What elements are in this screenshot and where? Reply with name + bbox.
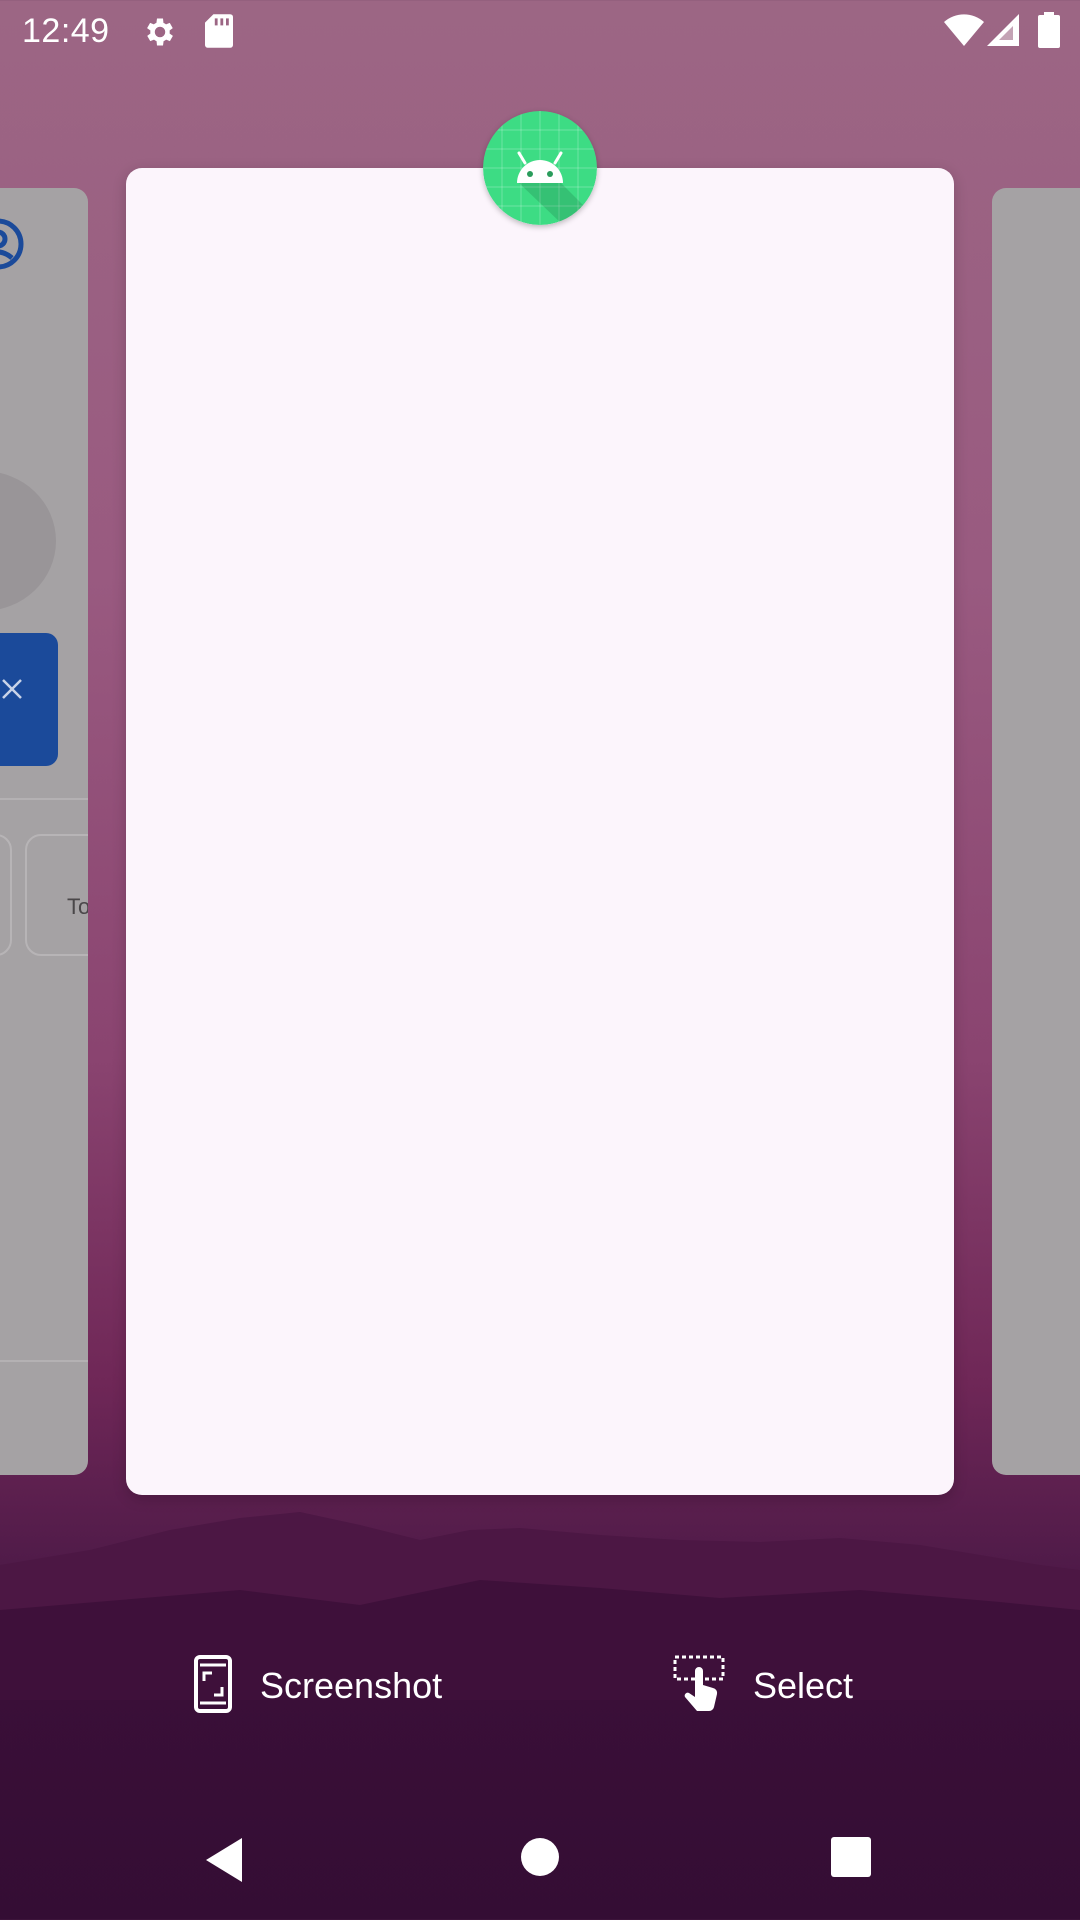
screenshot-button[interactable]: Screenshot — [194, 1652, 442, 1720]
gear-icon — [142, 14, 178, 55]
screenshot-label: Screenshot — [260, 1665, 443, 1706]
battery-icon — [1038, 12, 1060, 53]
home-icon — [510, 1838, 570, 1894]
back-icon — [198, 1838, 258, 1894]
close-icon — [0, 677, 24, 706]
status-time: 12:49 — [22, 12, 110, 50]
divider-bottom — [0, 1360, 88, 1362]
select-touch-icon — [673, 1655, 727, 1718]
sd-card-icon — [205, 14, 233, 53]
back-button[interactable] — [198, 1830, 258, 1890]
android-app-icon[interactable] — [483, 111, 597, 225]
recent-app-card-previous[interactable]: To — [0, 188, 88, 1475]
wifi-icon — [944, 14, 984, 51]
signal-icon — [987, 14, 1019, 51]
home-button[interactable] — [510, 1830, 570, 1890]
chip-outline — [0, 834, 12, 956]
dismiss-chip — [0, 633, 58, 766]
account-circle-icon — [0, 216, 26, 277]
wallpaper-mountains — [0, 1512, 1080, 1700]
select-label: Select — [753, 1665, 854, 1706]
recent-app-card-current[interactable] — [126, 168, 954, 1495]
recents-icon — [822, 1837, 882, 1894]
recent-app-card-next[interactable] — [992, 188, 1080, 1475]
avatar-placeholder — [0, 471, 56, 611]
screenshot-icon — [194, 1654, 232, 1718]
select-button[interactable]: Select — [673, 1652, 853, 1720]
status-bar: 12:49 — [0, 0, 1080, 63]
recents-button[interactable] — [822, 1830, 882, 1890]
chip-label: To — [67, 894, 88, 919]
chip-outline-to: To — [25, 834, 88, 956]
divider — [0, 798, 88, 800]
